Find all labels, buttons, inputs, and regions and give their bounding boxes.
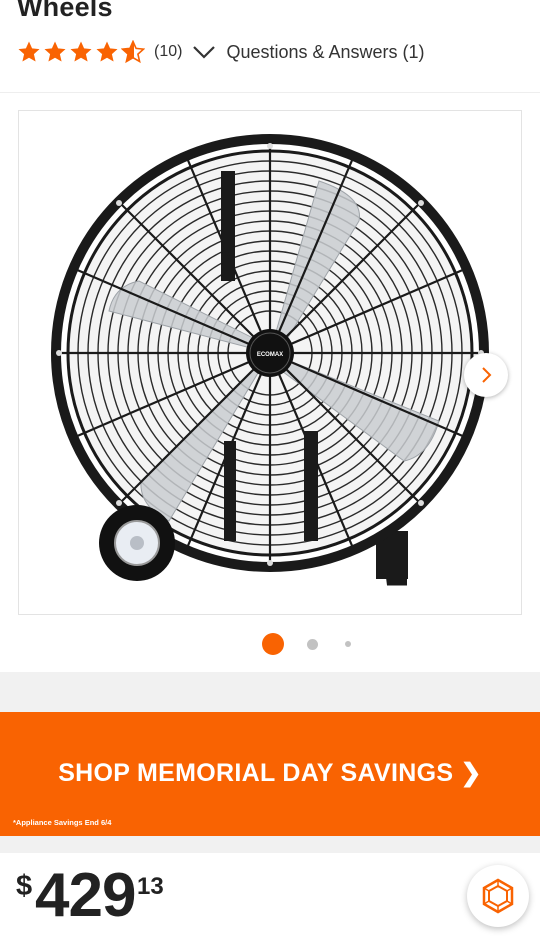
chat-icon — [482, 878, 514, 914]
star-icon — [70, 41, 92, 62]
review-count[interactable]: (10) — [154, 43, 182, 61]
next-image-button[interactable] — [464, 353, 508, 397]
image-gallery: ECOMAX — [0, 92, 540, 672]
chat-button[interactable] — [467, 865, 529, 927]
price-dollars: 429 — [35, 861, 136, 930]
chevron-down-icon[interactable] — [192, 40, 216, 64]
promo-headline[interactable]: SHOP MEMORIAL DAY SAVINGS ❯ — [0, 758, 540, 788]
star-icon — [18, 41, 40, 62]
fan-illustration: ECOMAX — [51, 134, 489, 586]
promo-fine-print: *Appliance Savings End 6/4 — [13, 818, 112, 827]
star-rating — [17, 40, 145, 64]
product-image[interactable]: ECOMAX — [18, 110, 522, 615]
star-icon — [96, 41, 118, 62]
section-divider — [0, 836, 540, 853]
questions-answers-link[interactable]: Questions & Answers (1) — [226, 42, 424, 63]
fan-logo: ECOMAX — [257, 352, 283, 358]
price-currency: $ — [16, 870, 33, 902]
product-header: Wheels (10) Questions & Answers (1) — [0, 0, 540, 92]
price-section: $ 429 13 — [0, 853, 540, 947]
rating-row[interactable]: (10) Questions & Answers (1) — [17, 38, 425, 66]
price-cents: 13 — [137, 873, 164, 900]
product-title: Wheels — [17, 0, 113, 22]
carousel-dot[interactable] — [345, 641, 351, 647]
chevron-right-icon — [482, 367, 492, 383]
half-star-icon — [121, 40, 145, 64]
section-divider — [0, 672, 540, 712]
promo-banner[interactable]: SHOP MEMORIAL DAY SAVINGS ❯ *Appliance S… — [0, 712, 540, 836]
star-icon — [44, 41, 66, 62]
carousel-dot-active[interactable] — [262, 633, 284, 655]
carousel-dot[interactable] — [307, 639, 318, 650]
carousel-indicators — [0, 633, 540, 655]
